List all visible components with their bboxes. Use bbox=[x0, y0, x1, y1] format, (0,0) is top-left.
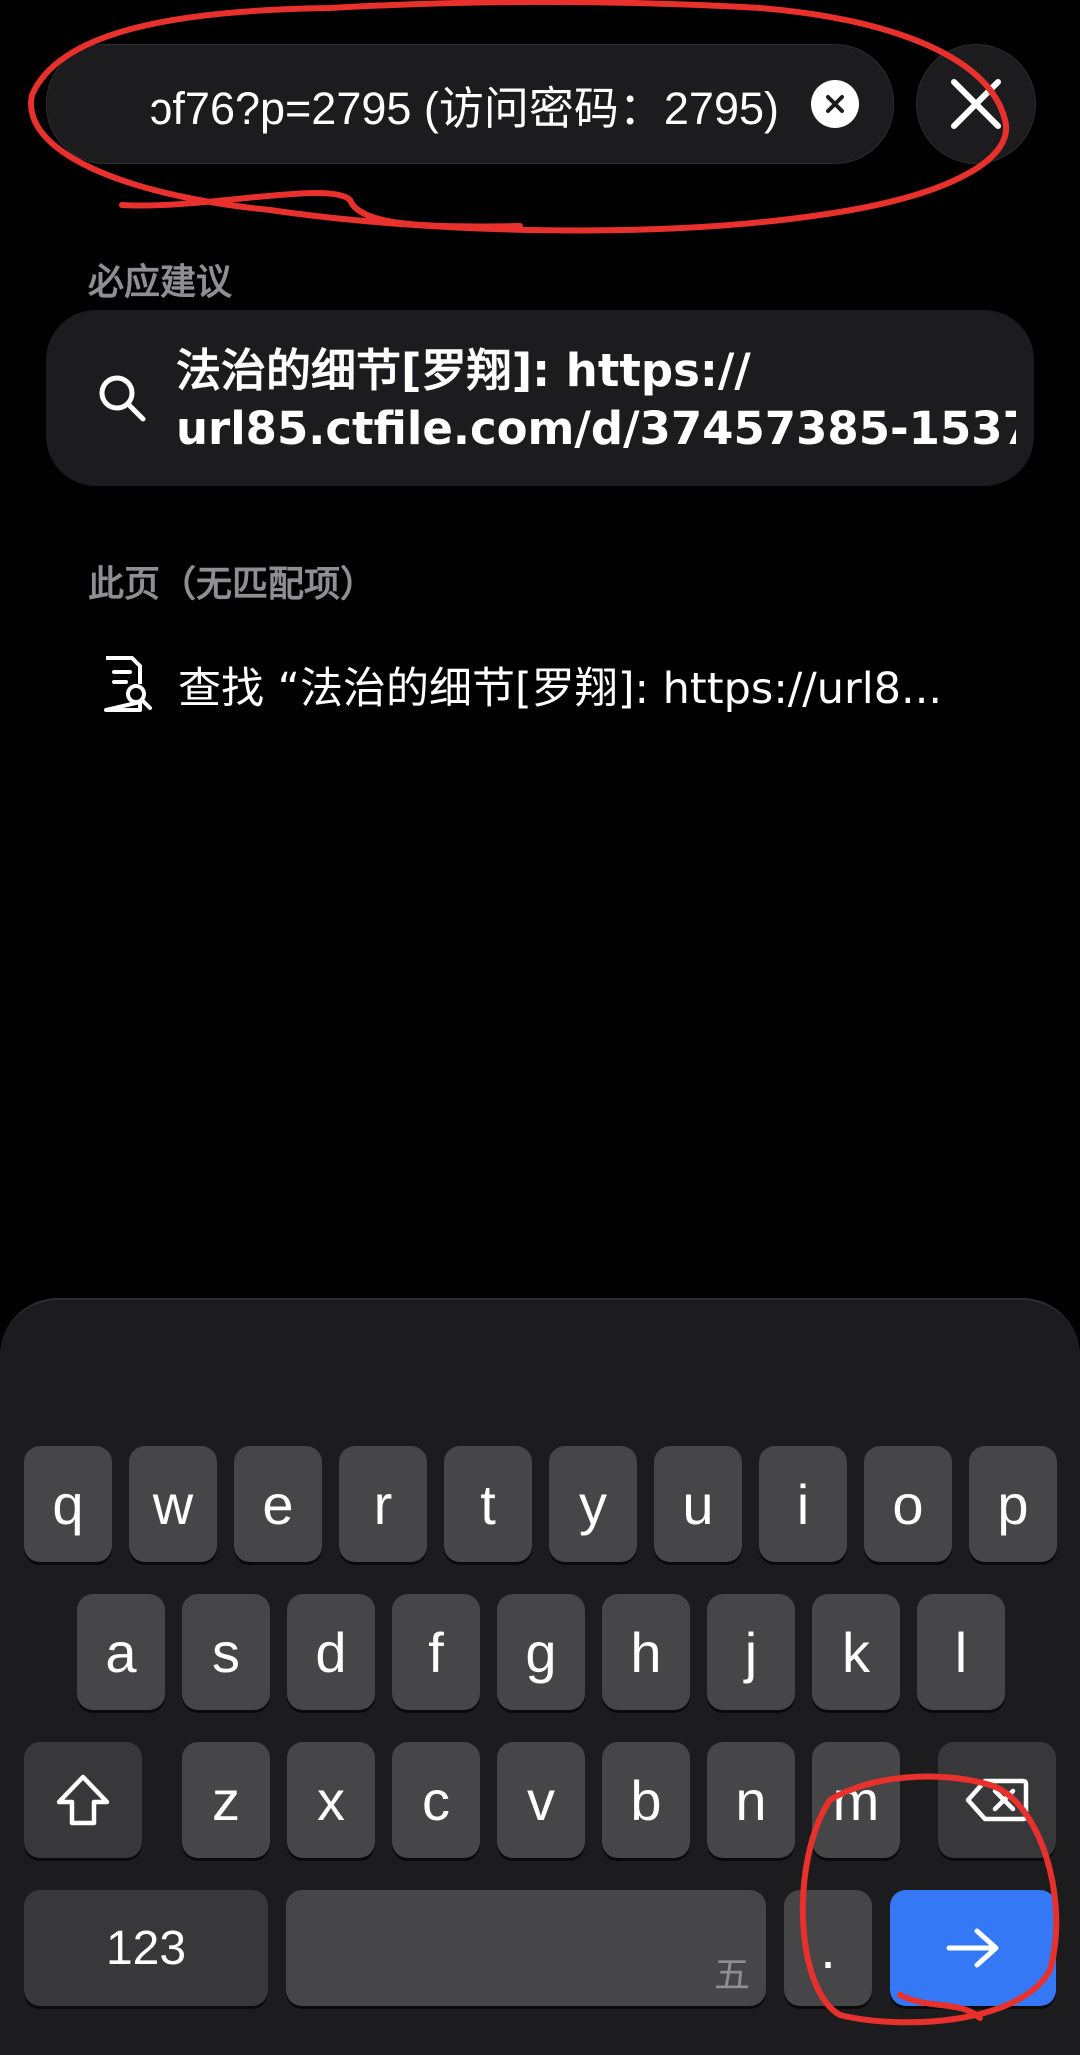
cancel-button[interactable] bbox=[916, 44, 1036, 164]
bing-suggestions-heading: 必应建议 bbox=[88, 262, 233, 303]
key-g[interactable]: g bbox=[497, 1594, 585, 1710]
go-button[interactable] bbox=[890, 1890, 1056, 2006]
key-d[interactable]: d bbox=[287, 1594, 375, 1710]
suggestion-url-part2: url85.ctfile.com/d/37457385-1537... bbox=[176, 402, 1016, 455]
key-s[interactable]: s bbox=[182, 1594, 270, 1710]
arrow-right-icon bbox=[946, 1928, 999, 1968]
key-p[interactable]: p bbox=[969, 1446, 1057, 1562]
clear-text-button[interactable] bbox=[811, 80, 859, 128]
numbers-key[interactable]: 123 bbox=[24, 1890, 268, 2006]
key-t[interactable]: t bbox=[444, 1446, 532, 1562]
find-on-page-text: 查找 “法治的细节[罗翔]: https://url8... bbox=[178, 664, 943, 714]
suggestion-item[interactable]: 法治的细节[罗翔]: https:// url85.ctfile.com/d/3… bbox=[46, 310, 1034, 486]
clear-icon bbox=[826, 95, 844, 113]
suggestion-title: 法治的细节[罗翔]: bbox=[176, 344, 551, 397]
key-x[interactable]: x bbox=[287, 1742, 375, 1858]
key-f[interactable]: f bbox=[392, 1594, 480, 1710]
suggestion-text: 法治的细节[罗翔]: https:// url85.ctfile.com/d/3… bbox=[176, 342, 1016, 458]
key-q[interactable]: q bbox=[24, 1446, 112, 1562]
space-key[interactable]: 五 bbox=[286, 1890, 766, 2006]
search-input[interactable]: ɔf76?p=2795 (访问密码：2795) bbox=[47, 45, 807, 163]
key-l[interactable]: l bbox=[917, 1594, 1005, 1710]
key-o[interactable]: o bbox=[864, 1446, 952, 1562]
shift-icon bbox=[56, 1774, 110, 1826]
key-w[interactable]: w bbox=[129, 1446, 217, 1562]
key-m[interactable]: m bbox=[812, 1742, 900, 1858]
key-j[interactable]: j bbox=[707, 1594, 795, 1710]
key-v[interactable]: v bbox=[497, 1742, 585, 1858]
find-in-page-icon bbox=[104, 656, 152, 712]
key-z[interactable]: z bbox=[182, 1742, 270, 1858]
key-u[interactable]: u bbox=[654, 1446, 742, 1562]
key-a[interactable]: a bbox=[77, 1594, 165, 1710]
delete-key[interactable] bbox=[938, 1742, 1056, 1858]
space-key-hint: 五 bbox=[713, 1955, 750, 1996]
key-i[interactable]: i bbox=[759, 1446, 847, 1562]
delete-icon bbox=[965, 1778, 1029, 1822]
search-field[interactable]: ɔf76?p=2795 (访问密码：2795) bbox=[46, 44, 894, 164]
search-query-text: ɔf76?p=2795 (访问密码：2795) bbox=[149, 82, 779, 134]
key-h[interactable]: h bbox=[602, 1594, 690, 1710]
suggestion-url-part1: https:// bbox=[550, 344, 751, 397]
key-b[interactable]: b bbox=[602, 1742, 690, 1858]
key-r[interactable]: r bbox=[339, 1446, 427, 1562]
shift-key[interactable] bbox=[24, 1742, 142, 1858]
key-e[interactable]: e bbox=[234, 1446, 322, 1562]
keyboard: q w e r t y u i o p a s d f g h j k l z … bbox=[0, 1298, 1080, 2055]
key-n[interactable]: n bbox=[707, 1742, 795, 1858]
close-icon bbox=[951, 79, 1001, 129]
find-on-page-item[interactable]: 查找 “法治的细节[罗翔]: https://url8... bbox=[88, 650, 1018, 720]
search-icon bbox=[99, 375, 146, 422]
period-key[interactable]: . bbox=[784, 1890, 872, 2006]
key-y[interactable]: y bbox=[549, 1446, 637, 1562]
key-k[interactable]: k bbox=[812, 1594, 900, 1710]
key-c[interactable]: c bbox=[392, 1742, 480, 1858]
this-page-heading: 此页（无匹配项） bbox=[88, 564, 377, 605]
